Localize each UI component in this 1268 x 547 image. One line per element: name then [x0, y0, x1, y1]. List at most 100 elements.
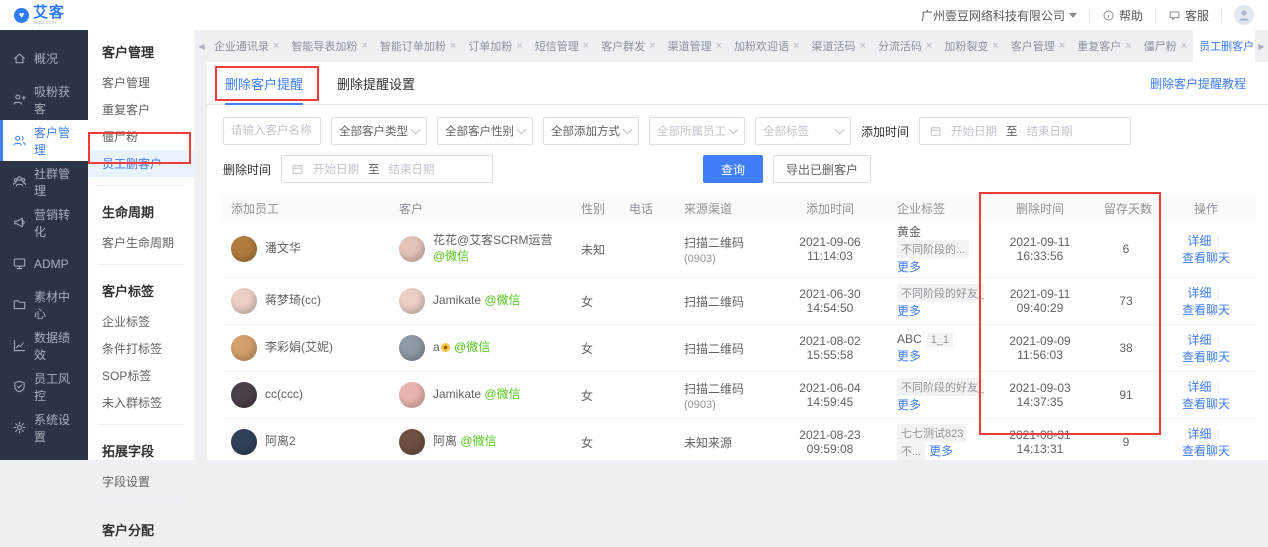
table-row: cc(ccc)Jamikate @微信女扫描二维码(0903)2021-06-0… [223, 372, 1256, 419]
close-icon[interactable]: × [926, 41, 932, 52]
nav-item-duplicate-customers[interactable]: 重复客户 [88, 96, 194, 123]
workspace-tab[interactable]: 重复客户× [1071, 30, 1137, 62]
sidebar-item-customer-mgmt[interactable]: 客户管理 [0, 120, 88, 161]
detail-link[interactable]: 详细 [1187, 234, 1211, 248]
filter-selects: 全部客户类型全部客户性别全部添加方式全部所属员工全部标签 [331, 117, 851, 145]
workspace-tab[interactable]: 企业通讯录× [208, 30, 285, 62]
tab-reminder-settings[interactable]: 删除提醒设置 [337, 62, 415, 104]
add-time-range-picker[interactable]: 开始日期 至 结束日期 [919, 117, 1131, 145]
workspace-tab[interactable]: 智能导表加粉× [285, 30, 373, 62]
delete-time-cell: 2021-09-09 11:56:03 [984, 325, 1096, 372]
view-chat-link[interactable]: 查看聊天 [1182, 350, 1230, 364]
detail-link[interactable]: 详细 [1187, 380, 1211, 394]
workspace-tab[interactable]: 渠道活码× [806, 30, 872, 62]
search-button[interactable]: 查询 [703, 155, 763, 183]
tabs-scroll-left-icon[interactable]: ◀ [195, 30, 208, 62]
column-header: 性别 [573, 195, 621, 221]
close-icon[interactable]: × [450, 41, 456, 52]
close-icon[interactable]: × [516, 41, 522, 52]
sidebar-item-data-performance[interactable]: 数据绩效 [0, 325, 88, 366]
avatar [231, 429, 257, 455]
sidebar-item-community-mgmt[interactable]: 社群管理 [0, 161, 88, 202]
nav-item-staff-deleted-customers[interactable]: 员工删客户 [88, 150, 194, 177]
add-time-cell: 2021-06-30 14:54:50 [771, 278, 889, 325]
close-icon[interactable]: × [1181, 41, 1187, 52]
owner-staff-select[interactable]: 全部所属员工 [649, 117, 745, 145]
delete-time-cell: 2021-08-31 14:13:31 [984, 419, 1096, 461]
close-icon[interactable]: × [793, 41, 799, 52]
tutorial-link[interactable]: 删除客户提醒教程 [1150, 62, 1246, 104]
view-chat-link[interactable]: 查看聊天 [1182, 303, 1230, 317]
detail-link[interactable]: 详细 [1187, 427, 1211, 441]
nav-item-corp-tags[interactable]: 企业标签 [88, 308, 194, 335]
export-deleted-button[interactable]: 导出已删客户 [773, 155, 871, 183]
table-wrapper: 添加员工客户性别电话来源渠道添加时间企业标签删除时间留存天数操作 潘文华花花@艾… [223, 195, 1252, 460]
close-icon[interactable]: × [361, 41, 367, 52]
sidebar-item-marketing[interactable]: 营销转化 [0, 202, 88, 243]
workspace-tab[interactable]: 员工删客户× [1193, 30, 1255, 62]
close-icon[interactable]: × [992, 41, 998, 52]
customer-type-select[interactable]: 全部客户类型 [331, 117, 427, 145]
customer-name-input[interactable] [223, 117, 321, 145]
workspace-tab[interactable]: 智能订单加粉× [374, 30, 462, 62]
workspace-tab[interactable]: 客户群发× [595, 30, 661, 62]
detail-link[interactable]: 详细 [1187, 286, 1211, 300]
nav-item-field-settings[interactable]: 字段设置 [88, 468, 194, 495]
close-icon[interactable]: × [649, 41, 655, 52]
sidebar-item-attract-fans[interactable]: 吸粉获客 [0, 79, 88, 120]
sidebar-item-material-center[interactable]: 素材中心 [0, 284, 88, 325]
sidebar-item-admp[interactable]: ADMP [0, 243, 88, 284]
close-icon[interactable]: × [1125, 41, 1131, 52]
view-chat-link[interactable]: 查看聊天 [1182, 444, 1230, 458]
gear-icon [12, 420, 27, 435]
workspace-tab[interactable]: 渠道管理× [662, 30, 728, 62]
detail-link[interactable]: 详细 [1187, 333, 1211, 347]
more-tags-link[interactable]: 更多 [897, 349, 921, 363]
avatar [399, 335, 425, 361]
nav-item-condition-tags[interactable]: 条件打标签 [88, 335, 194, 362]
close-icon[interactable]: × [860, 41, 866, 52]
sidebar-item-overview[interactable]: 概况 [0, 38, 88, 79]
tab-delete-reminder[interactable]: 删除客户提醒 [225, 62, 303, 104]
more-tags-link[interactable]: 更多 [897, 398, 921, 412]
actions-cell: 详细|查看聊天 [1156, 419, 1256, 461]
customer-gender-select[interactable]: 全部客户性别 [437, 117, 533, 145]
column-header: 企业标签 [889, 195, 984, 221]
workspace-tab[interactable]: 客户管理× [1005, 30, 1071, 62]
help-button[interactable]: 帮助 [1102, 7, 1143, 24]
more-tags-link[interactable]: 更多 [897, 260, 921, 274]
view-chat-link[interactable]: 查看聊天 [1182, 251, 1230, 265]
close-icon[interactable]: × [583, 41, 589, 52]
user-avatar[interactable] [1234, 5, 1254, 25]
tabs-scroll-right-icon[interactable]: ▶ [1255, 30, 1268, 62]
workspace-tab[interactable]: 分流活码× [872, 30, 938, 62]
column-header: 留存天数 [1096, 195, 1156, 221]
close-icon[interactable]: × [1059, 41, 1065, 52]
workspace-tab[interactable]: 加粉欢迎语× [728, 30, 805, 62]
sidebar-item-system-settings[interactable]: 系统设置 [0, 407, 88, 448]
nav-item-not-in-group-tags[interactable]: 未入群标签 [88, 389, 194, 416]
tag-select[interactable]: 全部标签 [755, 117, 851, 145]
nav-item-customer-mgmt[interactable]: 客户管理 [88, 69, 194, 96]
nav-item-customer-lifecycle[interactable]: 客户生命周期 [88, 229, 194, 256]
corp-tag: 七七测试823 [897, 424, 967, 442]
more-tags-link[interactable]: 更多 [897, 304, 921, 318]
view-chat-link[interactable]: 查看聊天 [1182, 397, 1230, 411]
sidebar-item-label: 客户管理 [34, 124, 79, 158]
nav-item-sop-tags[interactable]: SOP标签 [88, 362, 194, 389]
nav-item-zombie-fans[interactable]: 僵尸粉 [88, 123, 194, 150]
more-tags-link[interactable]: 更多 [929, 444, 953, 458]
delete-time-range-picker[interactable]: 开始日期 至 结束日期 [281, 155, 493, 183]
workspace-tab[interactable]: 订单加粉× [462, 30, 528, 62]
close-icon[interactable]: × [716, 41, 722, 52]
nav-section-title: 客户标签 [88, 273, 194, 308]
company-switcher[interactable]: 广州壹豆网络科技有限公司 [921, 7, 1077, 24]
workspace-tab[interactable]: 短信管理× [529, 30, 595, 62]
workspace-tab[interactable]: 僵尸粉× [1138, 30, 1193, 62]
sidebar-item-staff-risk[interactable]: 员工风控 [0, 366, 88, 407]
add-method-select[interactable]: 全部添加方式 [543, 117, 639, 145]
customer-service-button[interactable]: 客服 [1168, 7, 1209, 24]
close-icon[interactable]: × [273, 41, 279, 52]
workspace-tab[interactable]: 加粉裂变 × [938, 30, 1004, 62]
tab-label: 加粉裂变 [944, 38, 988, 54]
